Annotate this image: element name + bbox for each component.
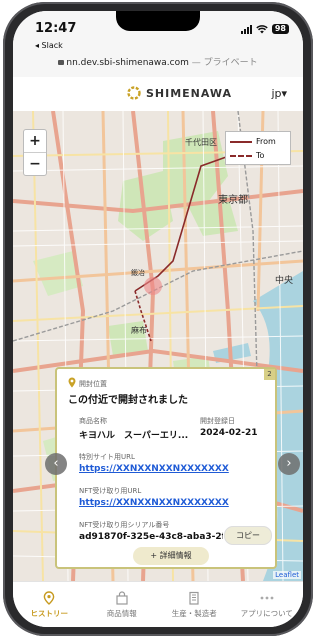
tab-producer[interactable]: 生産・製造者 (158, 582, 231, 627)
location-pin-icon (43, 591, 55, 605)
tab-product-info[interactable]: 商品情報 (86, 582, 159, 627)
opening-info-card: 2 開封位置 この付近で開封されました 商品名称 キヨハル スーパーエリ... … (55, 367, 277, 569)
status-icons: 98 (240, 24, 289, 34)
location-pin-icon (68, 377, 76, 388)
shimenawa-logo-icon (127, 86, 141, 100)
address-bar[interactable]: nn.dev.sbi-shimenawa.com — プライベート (13, 57, 303, 77)
from-line-swatch (230, 140, 252, 143)
map-label-chuo: 中央 (275, 276, 294, 286)
tab-history[interactable]: ヒストリー (13, 582, 86, 627)
bag-icon (116, 591, 128, 605)
tab-history-label: ヒストリー (30, 609, 69, 618)
legend-from-label: From (256, 137, 276, 146)
registered-date-value: 2024-02-21 (200, 428, 258, 438)
next-card-arrow[interactable]: › (278, 453, 300, 475)
copy-serial-button[interactable]: コピー (224, 526, 272, 545)
card-index-badge: 2 (264, 369, 275, 380)
tab-producer-label: 生産・製造者 (171, 609, 217, 618)
previous-card-arrow[interactable]: ‹ (45, 453, 67, 475)
back-to-app-link[interactable]: ◂ Slack (35, 41, 63, 50)
zoom-out-button[interactable]: − (24, 152, 46, 175)
screen: 12:47 ◂ Slack 98 nn.dev.sbi-shimenawa.co… (13, 11, 303, 627)
special-site-url-label: 特別サイト用URL (79, 453, 135, 461)
to-line-swatch (230, 154, 252, 157)
product-name-value: キヨハル スーパーエリ... (79, 431, 189, 441)
detail-info-button[interactable]: + 詳細情報 (133, 547, 209, 565)
special-site-url-link[interactable]: https://XXNXXNXXNXXXXXXX (79, 464, 269, 474)
wifi-icon (256, 24, 268, 33)
status-time: 12:47 (35, 21, 77, 36)
bottom-tab-bar: ヒストリー 商品情報 生産・製造者 アプリについて (13, 581, 303, 627)
serial-number-label: NFT受け取り用シリアル番号 (79, 521, 170, 529)
route-legend: From To (225, 131, 291, 165)
zoom-in-button[interactable]: + (24, 130, 46, 152)
map-label-chiyoda: 千代田区 (185, 138, 217, 147)
more-dots-icon (260, 596, 274, 600)
brand-name: SHIMENAWA (146, 86, 233, 100)
tab-product-info-label: 商品情報 (106, 609, 137, 618)
battery-level: 98 (271, 24, 289, 34)
language-selector[interactable]: jp▾ (271, 87, 287, 100)
map-label-azabu: 麻布 (131, 326, 147, 335)
nft-url-label: NFT受け取り用URL (79, 487, 142, 495)
brand-logo[interactable]: SHIMENAWA (126, 85, 232, 101)
app-header: SHIMENAWA jp▾ (13, 77, 303, 112)
legend-to: To (230, 151, 264, 160)
map-label-kaji: 鍛冶 (131, 269, 145, 277)
legend-to-label: To (256, 151, 265, 160)
registered-date-label: 開封登録日 (200, 417, 235, 425)
signal-icon (240, 24, 252, 34)
zoom-control: + − (23, 129, 47, 176)
map-label-tokyo: 東京都 (218, 195, 248, 206)
tab-about-app-label: アプリについて (240, 609, 293, 618)
lock-icon (58, 60, 65, 65)
product-name-label: 商品名称 (79, 417, 107, 425)
serial-number-value: ad91870f-325e-43c8-aba3-2f63... (79, 532, 223, 542)
leaflet-attribution-link[interactable]: Leaflet (273, 571, 301, 579)
phone-frame: 12:47 ◂ Slack 98 nn.dev.sbi-shimenawa.co… (3, 2, 313, 636)
location-label: 開封位置 (79, 380, 107, 388)
legend-from: From (230, 137, 276, 146)
tab-about-app[interactable]: アプリについて (231, 582, 304, 627)
location-title: この付近で開封されました (68, 395, 188, 406)
url-text: nn.dev.sbi-shimenawa.com (66, 58, 189, 68)
notch (116, 11, 200, 31)
nft-url-link[interactable]: https://XXNXXNXXNXXXXXXX (79, 498, 269, 508)
url-private-label: — プライベート (188, 58, 258, 68)
building-icon (189, 591, 199, 605)
